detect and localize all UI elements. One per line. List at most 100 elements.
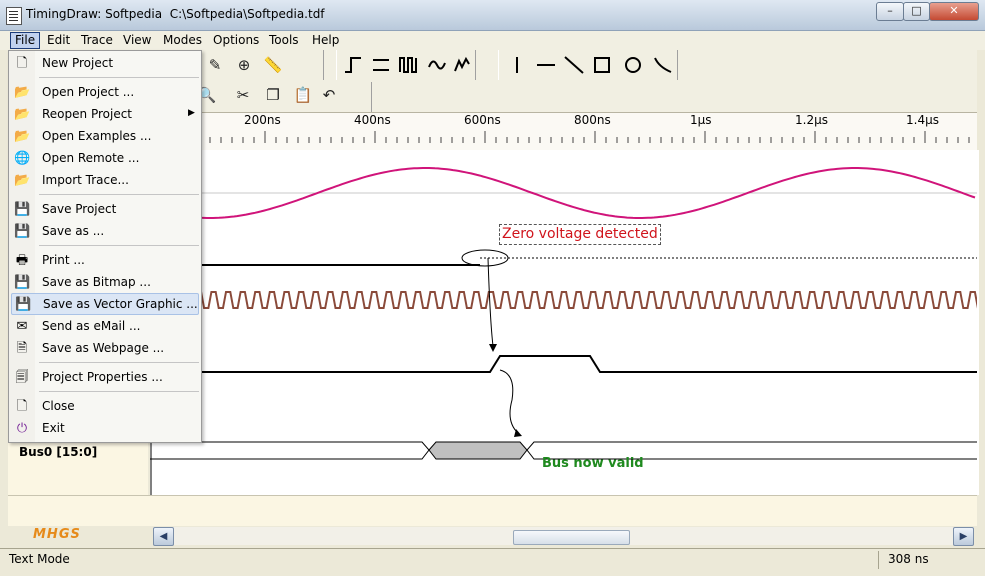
- zero-voltage-annotation[interactable]: Zero voltage detected: [499, 224, 661, 245]
- waveform-canvas[interactable]: [150, 150, 977, 495]
- menu-item-open-project[interactable]: 📂 Open Project ...: [9, 82, 201, 102]
- status-time: 308 ns: [888, 552, 929, 566]
- menu-item-label: Import Trace...: [42, 173, 129, 187]
- ruler-tick: 1.2µs: [795, 113, 828, 127]
- menu-item-print[interactable]: 🖶 Print ...: [9, 250, 201, 270]
- ruler-ticks: [154, 131, 970, 143]
- shape-tool-icons[interactable]: [507, 55, 677, 75]
- menu-separator: [39, 362, 199, 363]
- menu-tools[interactable]: Tools: [265, 32, 303, 49]
- menu-item-label: Save as Vector Graphic ...: [43, 297, 198, 311]
- open-folder-icon: 📂: [14, 129, 31, 144]
- close-button[interactable]: ✕: [929, 2, 979, 21]
- zoom-icon[interactable]: ⊕: [234, 55, 254, 75]
- status-bar: Text Mode 308 ns: [0, 548, 985, 576]
- menu-item-label: Open Examples ...: [42, 129, 152, 143]
- menu-item-save-as[interactable]: 💾 Save as ...: [9, 221, 201, 241]
- menu-item-close[interactable]: 🗋 Close: [9, 396, 201, 416]
- minimize-button[interactable]: –: [876, 2, 904, 21]
- ruler-icon[interactable]: 📏: [263, 55, 283, 75]
- menu-help[interactable]: Help: [308, 32, 343, 49]
- menu-item-open-remote[interactable]: 🌐 Open Remote ...: [9, 148, 201, 168]
- menu-file[interactable]: File: [10, 32, 41, 49]
- envelope-icon: ✉: [16, 319, 28, 334]
- menu-item-label: Exit: [42, 421, 65, 435]
- ruler-tick: 200ns: [244, 113, 281, 127]
- bus-segment-1[interactable]: [150, 441, 430, 460]
- mhgs-logo: MHGS: [33, 527, 81, 542]
- ruler-tick: 1µs: [690, 113, 712, 127]
- menu-item-import-trace[interactable]: 📂 Import Trace...: [9, 170, 201, 190]
- menu-item-reopen-project[interactable]: 📂 Reopen Project ▶: [9, 104, 201, 124]
- menu-separator: [39, 194, 199, 195]
- open-folder-icon: 📂: [14, 107, 31, 122]
- bus-invalid-segment[interactable]: [428, 441, 528, 460]
- status-mode: Text Mode: [9, 552, 70, 566]
- toolbar-group-edit: ✎ ⊕ 📏: [200, 50, 324, 80]
- exit-icon: ⏻: [16, 421, 28, 436]
- menu-item-save-bitmap[interactable]: 💾 Save as Bitmap ...: [9, 272, 201, 292]
- toolbar-group-waves: [336, 50, 476, 80]
- bus-signal-name[interactable]: Bus0 [15:0]: [19, 445, 97, 459]
- menu-edit[interactable]: Edit: [43, 32, 74, 49]
- floppy-icon: 💾: [14, 275, 31, 290]
- menu-item-save-vector-graphic[interactable]: 💾 Save as Vector Graphic ...: [11, 293, 199, 315]
- menu-item-open-examples[interactable]: 📂 Open Examples ...: [9, 126, 201, 146]
- scroll-right-arrow-icon[interactable]: ▶: [953, 527, 974, 546]
- menu-view[interactable]: View: [119, 32, 155, 49]
- cut-icon[interactable]: ✂: [233, 85, 253, 105]
- clock-signal[interactable]: [150, 291, 977, 309]
- scroll-left-arrow-icon[interactable]: ◀: [153, 527, 174, 546]
- toolbar-group-clipboard: 🔍 ✂ ❐ 📋 ↶: [198, 82, 372, 112]
- menu-item-label: Project Properties ...: [42, 370, 163, 384]
- paste-icon[interactable]: 📋: [293, 85, 313, 105]
- wave-tool-icons[interactable]: [343, 55, 473, 75]
- menu-item-exit[interactable]: ⏻ Exit: [9, 418, 201, 438]
- maximize-button[interactable]: □: [903, 2, 930, 21]
- ruler-tick: 400ns: [354, 113, 391, 127]
- toolbar-group-shapes: [498, 50, 678, 80]
- horizontal-scrollbar[interactable]: ◀ ▶: [153, 527, 974, 546]
- menu-item-send-email[interactable]: ✉ Send as eMail ...: [9, 316, 201, 336]
- webpage-icon: 🗎: [16, 341, 28, 356]
- scroll-thumb[interactable]: [513, 530, 630, 545]
- file-menu-dropdown: 🗋 New Project 📂 Open Project ... 📂 Reope…: [8, 50, 202, 443]
- toolbar: ✎ ⊕ 📏 🔍 ✂ ❐ 📋 ↶: [198, 50, 977, 112]
- window-title: TimingDraw: Softpedia C:\Softpedia\Softp…: [26, 7, 325, 21]
- menu-item-save-project[interactable]: 💾 Save Project: [9, 199, 201, 219]
- new-document-icon: 🗋: [16, 56, 28, 71]
- menu-bar: File Edit Trace View Modes Options Tools…: [0, 31, 985, 50]
- ruler-tick: 600ns: [464, 113, 501, 127]
- bottom-panel: [8, 495, 977, 526]
- arrow-pulse-to-bus: [499, 369, 519, 434]
- arrow-zero-to-pulse: [487, 257, 494, 347]
- menu-item-label: Send as eMail ...: [42, 319, 141, 333]
- open-folder-icon: 📂: [14, 85, 31, 100]
- open-folder-icon: 📂: [14, 173, 31, 188]
- pulse-signal[interactable]: [150, 355, 977, 373]
- undo-icon[interactable]: ↶: [319, 85, 339, 105]
- app-icon[interactable]: [6, 7, 22, 25]
- printer-icon: 🖶: [15, 253, 29, 268]
- floppy-icon: 💾: [15, 297, 32, 312]
- copy-icon[interactable]: ❐: [263, 85, 283, 105]
- menu-options[interactable]: Options: [209, 32, 263, 49]
- ruler-tick: 1.4µs: [906, 113, 939, 127]
- bus-valid-annotation[interactable]: Bus now valid: [542, 456, 644, 471]
- menu-item-label: Print ...: [42, 253, 85, 267]
- globe-icon: 🌐: [14, 151, 31, 166]
- menu-modes[interactable]: Modes: [159, 32, 206, 49]
- menu-trace[interactable]: Trace: [77, 32, 117, 49]
- pencil-icon[interactable]: ✎: [205, 55, 225, 75]
- menu-item-project-properties[interactable]: 🗐 Project Properties ...: [9, 367, 201, 387]
- submenu-arrow-icon: ▶: [188, 108, 195, 118]
- menu-item-save-webpage[interactable]: 🗎 Save as Webpage ...: [9, 338, 201, 358]
- menu-item-label: Save as Bitmap ...: [42, 275, 151, 289]
- time-ruler: 200ns 400ns 600ns 800ns 1µs 1.2µs 1.4µs: [150, 112, 977, 152]
- menu-item-label: New Project: [42, 56, 114, 70]
- menu-item-new-project[interactable]: 🗋 New Project: [9, 53, 201, 73]
- menu-item-label: Save as ...: [42, 224, 105, 238]
- menu-separator: [39, 391, 199, 392]
- menu-item-label: Save Project: [42, 202, 117, 216]
- arrowhead: [489, 344, 497, 352]
